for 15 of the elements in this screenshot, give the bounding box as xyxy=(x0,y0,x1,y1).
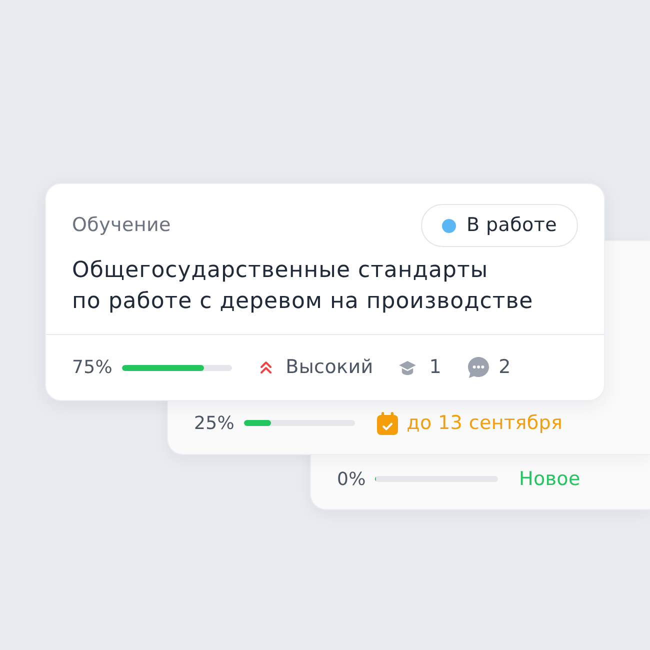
category-label: Обучение xyxy=(72,213,171,238)
task-title: Общегосударственные стандарты по работе с деревом на производстве xyxy=(72,257,534,316)
progress-percent: 0% xyxy=(337,468,366,492)
priority-label: Высокий xyxy=(286,355,374,380)
comment-count: 2 xyxy=(498,355,511,380)
progress-percent: 25% xyxy=(194,412,235,436)
progress-percent: 75% xyxy=(72,356,113,380)
course-count: 1 xyxy=(429,355,442,380)
status-badge: В работе xyxy=(420,204,578,247)
chat-bubble-icon xyxy=(468,357,489,378)
status-label: Новое xyxy=(518,466,580,492)
double-chevron-up-icon xyxy=(260,361,272,374)
graduation-cap-icon xyxy=(399,360,416,374)
deadline-label: до 13 сентября xyxy=(406,410,563,436)
calendar-check-icon xyxy=(376,412,398,434)
